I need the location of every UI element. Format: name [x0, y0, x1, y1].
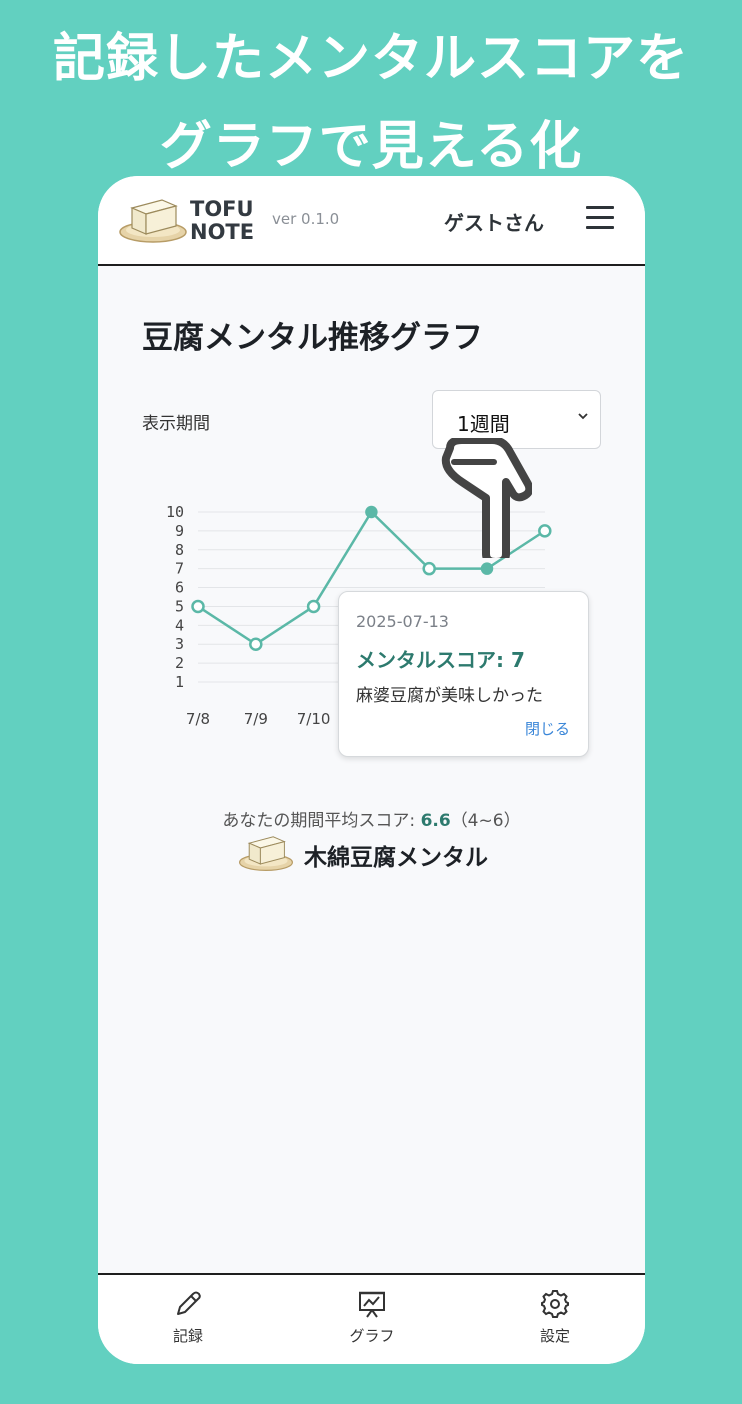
period-label: 表示期間: [142, 414, 210, 434]
y-tick-label: 6: [175, 579, 184, 597]
page-title: 豆腐メンタル推移グラフ: [142, 320, 483, 356]
bottom-navigation: 記録 グラフ 設定: [98, 1273, 645, 1364]
tooltip-close-link[interactable]: 閉じる: [525, 718, 570, 739]
data-point: [480, 562, 494, 575]
y-tick-label: 4: [175, 616, 184, 634]
y-tick-label: 5: [175, 597, 184, 615]
pencil-icon: [177, 1291, 201, 1315]
app-logo-text: TOFU NOTE: [190, 198, 270, 244]
phone-screen: TOFU NOTE ver 0.1.0 ゲストさん 豆腐メンタル推移グラフ 表示…: [98, 176, 645, 1364]
hamburger-menu-icon[interactable]: [586, 206, 614, 230]
period-select-value: 1週間: [457, 412, 510, 436]
chart-tooltip: 2025-07-13 メンタルスコア: 7 麻婆豆腐が美味しかった 閉じる: [338, 591, 589, 757]
y-tick-label: 2: [175, 654, 184, 672]
data-point: [306, 599, 321, 614]
tooltip-score: メンタルスコア: 7: [356, 648, 525, 672]
data-point: [365, 505, 378, 519]
nav-record-label: 記録: [172, 1327, 203, 1345]
data-point: [191, 599, 205, 614]
y-tick-label: 1: [175, 673, 184, 691]
y-tick-label: 7: [175, 560, 184, 578]
average-score-value: 6.6: [420, 811, 451, 831]
tofu-type-label: 木綿豆腐メンタル: [304, 845, 488, 871]
x-tick-label: 7/9: [244, 710, 268, 728]
x-tick-label: 7/8: [186, 710, 210, 728]
y-tick-label: 3: [175, 635, 184, 653]
nav-settings[interactable]: 設定: [505, 1289, 605, 1346]
logo-line1: TOFU: [190, 197, 254, 221]
tofu-type-result: 木綿豆腐メンタル: [236, 832, 488, 872]
app-header: TOFU NOTE ver 0.1.0 ゲストさん: [98, 176, 645, 266]
average-score-range: （4~6）: [450, 811, 521, 831]
data-point: [422, 561, 436, 576]
version-label: ver 0.1.0: [272, 210, 340, 228]
nav-settings-label: 設定: [539, 1327, 570, 1345]
nav-graph-label: グラフ: [349, 1327, 395, 1345]
promo-headline-line1: 記録したメンタルスコアを: [52, 29, 689, 89]
chevron-down-icon: [578, 413, 588, 420]
tofu-icon: [239, 836, 293, 871]
average-score-prefix: あなたの期間平均スコア:: [222, 811, 421, 831]
nav-graph[interactable]: グラフ: [322, 1289, 422, 1346]
logo-line2: NOTE: [190, 220, 255, 244]
x-tick-label: 7/10: [297, 710, 331, 728]
data-point: [538, 524, 552, 538]
average-score-line: あなたの期間平均スコア: 6.6（4~6）: [98, 806, 645, 831]
promo-headline-line2: グラフで見える化: [159, 117, 583, 177]
tofu-logo-icon: [119, 199, 187, 243]
y-tick-label: 9: [175, 522, 184, 540]
tooltip-note: 麻婆豆腐が美味しかった: [356, 686, 543, 706]
user-name[interactable]: ゲストさん: [444, 207, 544, 236]
pointing-hand-icon: [441, 438, 532, 558]
data-point: [249, 637, 263, 651]
y-tick-label: 10: [166, 503, 184, 521]
nav-record[interactable]: 記録: [138, 1289, 238, 1346]
gear-icon: [541, 1290, 569, 1318]
chart-presentation-icon: [359, 1291, 385, 1318]
tooltip-date: 2025-07-13: [356, 612, 449, 631]
y-tick-label: 8: [175, 541, 184, 559]
